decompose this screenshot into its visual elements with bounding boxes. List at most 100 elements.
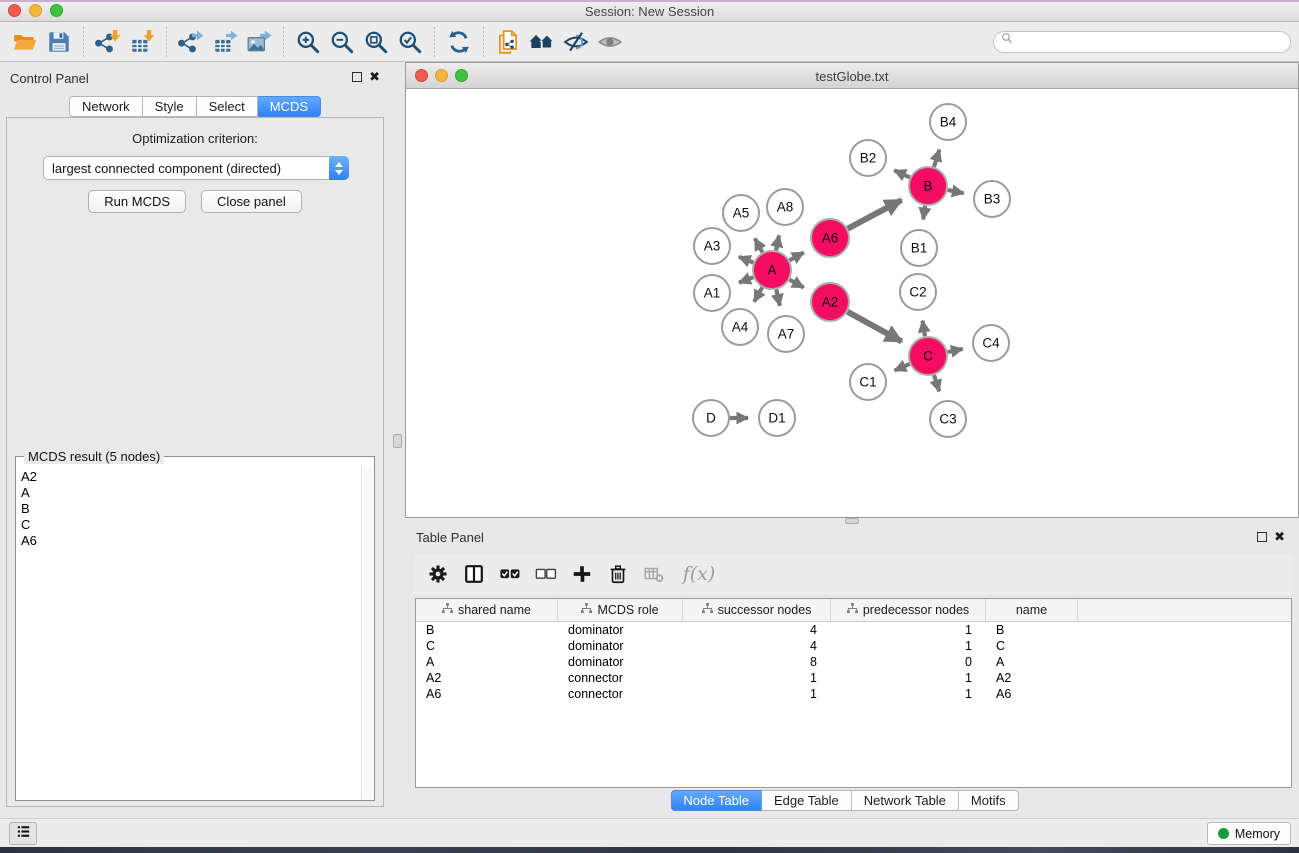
tab-style[interactable]: Style [143,96,197,117]
save-session-icon[interactable] [42,26,76,58]
graph-edge-C-C4[interactable] [948,349,963,352]
graph-edge-A-A8[interactable] [776,235,779,250]
deselect-all-rows-icon[interactable] [531,559,561,589]
run-mcds-button[interactable]: Run MCDS [88,190,186,213]
copy-network-view-icon[interactable] [491,26,525,58]
table-row[interactable]: Bdominator41B [416,622,1291,638]
criterion-dropdown[interactable]: largest connected component (directed) [43,156,349,180]
table-cell[interactable]: 1 [831,670,986,686]
table-cell[interactable]: A2 [986,670,1078,686]
table-row[interactable]: Cdominator41C [416,638,1291,654]
tab-node-table[interactable]: Node Table [670,790,762,811]
zoom-out-icon[interactable] [325,26,359,58]
tab-select[interactable]: Select [197,96,258,117]
graph-edge-A-A5[interactable] [755,239,763,253]
graph-edge-B-B3[interactable] [948,190,964,193]
zoom-in-icon[interactable] [291,26,325,58]
table-cell[interactable]: 8 [683,654,831,670]
table-cell[interactable]: B [986,622,1078,638]
result-scrollbar[interactable] [361,466,373,799]
column-header-shared-name[interactable]: shared name [416,599,558,621]
column-header-MCDS-role[interactable]: MCDS role [558,599,683,621]
table-row[interactable]: A6connector11A6 [416,686,1291,702]
table-row[interactable]: Adominator80A [416,654,1291,670]
export-table-icon[interactable] [208,26,242,58]
memory-button[interactable]: Memory [1207,822,1291,845]
graph-edge-A-A7[interactable] [776,290,780,306]
import-network-icon[interactable] [91,26,125,58]
column-header-successor-nodes[interactable]: successor nodes [683,599,831,621]
table-cell[interactable]: C [986,638,1078,654]
table-cell[interactable]: connector [558,670,683,686]
table-cell[interactable]: dominator [558,622,683,638]
close-panel-button[interactable]: Close panel [201,190,302,213]
table-cell[interactable]: A [986,654,1078,670]
tab-edge-table[interactable]: Edge Table [762,790,852,811]
mcds-result-item[interactable]: C [21,517,361,533]
tab-network[interactable]: Network [69,96,143,117]
network-window-titlebar[interactable]: testGlobe.txt [406,63,1298,89]
graph-edge-A-A2[interactable] [790,280,804,288]
table-cell[interactable]: dominator [558,638,683,654]
table-cell[interactable]: 4 [683,638,831,654]
graph-edge-A-A1[interactable] [739,277,753,282]
import-table-icon[interactable] [125,26,159,58]
close-panel-icon[interactable]: ✖ [1274,529,1285,545]
tab-motifs[interactable]: Motifs [959,790,1019,811]
mcds-result-item[interactable]: A2 [21,469,361,485]
table-row[interactable]: A2connector11A2 [416,670,1291,686]
export-image-icon[interactable] [242,26,276,58]
mcds-result-list[interactable]: A2ABCA6 [17,466,361,799]
table-cell[interactable]: A6 [986,686,1078,702]
table-settings-icon[interactable] [423,559,453,589]
graph-edge-A-A3[interactable] [739,257,754,263]
table-cell[interactable]: A2 [416,670,558,686]
table-cell[interactable]: C [416,638,558,654]
select-all-rows-icon[interactable] [495,559,525,589]
search-field[interactable] [993,31,1291,53]
table-cell[interactable]: 0 [831,654,986,670]
graph-edge-C-C3[interactable] [934,375,939,391]
column-header-name[interactable]: name [986,599,1078,621]
float-panel-icon[interactable] [1257,532,1267,542]
table-cell[interactable]: 1 [831,638,986,654]
birdseye-view-icon[interactable] [593,26,627,58]
export-network-icon[interactable] [174,26,208,58]
table-cell[interactable]: A6 [416,686,558,702]
graph-edge-B-B1[interactable] [923,206,925,220]
graph-edge-C-C1[interactable] [895,364,910,371]
graph-edge-A-A4[interactable] [754,287,762,301]
mcds-result-item[interactable]: B [21,501,361,517]
divider-grip[interactable] [393,434,402,448]
table-cell[interactable]: 1 [683,670,831,686]
home-layout-icon[interactable] [525,26,559,58]
column-header-predecessor-nodes[interactable]: predecessor nodes [831,599,986,621]
close-panel-icon[interactable]: ✖ [369,69,380,85]
zoom-fit-icon[interactable] [359,26,393,58]
toggle-columns-icon[interactable] [459,559,489,589]
add-column-icon[interactable] [567,559,597,589]
tab-network-table[interactable]: Network Table [852,790,959,811]
table-cell[interactable]: 4 [683,622,831,638]
search-input[interactable] [1016,33,1290,51]
mcds-result-item[interactable]: A6 [21,533,361,549]
zoom-selected-icon[interactable] [393,26,427,58]
hide-graphics-details-icon[interactable] [559,26,593,58]
graph-edge-A2-C[interactable] [848,312,902,342]
table-cell[interactable]: dominator [558,654,683,670]
table-cell[interactable]: connector [558,686,683,702]
graph-edge-C-C2[interactable] [923,321,925,337]
open-session-icon[interactable] [8,26,42,58]
graph-edge-A-A6[interactable] [790,253,804,261]
task-history-button[interactable] [9,822,37,845]
mcds-result-item[interactable]: A [21,485,361,501]
table-cell[interactable]: 1 [831,622,986,638]
refresh-icon[interactable] [442,26,476,58]
graph-edge-A6-B[interactable] [848,200,902,229]
graph-edge-B-B4[interactable] [934,150,939,167]
table-cell[interactable]: B [416,622,558,638]
tab-mcds[interactable]: MCDS [258,96,321,117]
delete-column-icon[interactable] [603,559,633,589]
network-canvas[interactable]: B4B2BB3A8A5A6A3B1AC2A1A2A4A7C4CC1C3DD1 [406,89,1298,517]
float-panel-icon[interactable] [352,72,362,82]
